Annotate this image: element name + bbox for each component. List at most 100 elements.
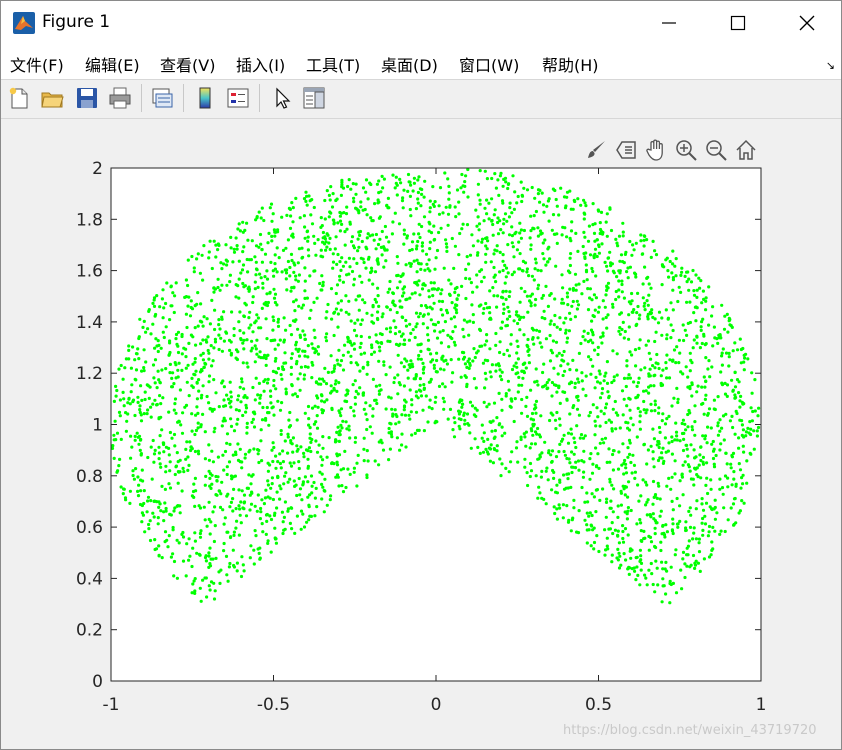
scatter-point xyxy=(171,552,175,556)
scatter-point xyxy=(269,486,273,490)
scatter-point xyxy=(235,247,239,251)
scatter-point xyxy=(598,498,602,502)
scatter-point xyxy=(288,410,292,415)
scatter-point xyxy=(583,500,587,504)
scatter-point xyxy=(269,394,273,398)
scatter-point xyxy=(352,409,356,413)
scatter-point xyxy=(720,363,725,367)
scatter-point xyxy=(564,331,568,335)
scatter-point xyxy=(622,552,626,556)
scatter-point xyxy=(352,246,356,250)
scatter-point xyxy=(327,436,331,440)
scatter-point xyxy=(235,422,239,426)
scatter-point xyxy=(339,193,343,197)
scatter-point xyxy=(568,412,572,416)
scatter-point xyxy=(710,365,714,369)
scatter-point xyxy=(279,373,283,377)
scatter-point xyxy=(323,217,327,221)
scatter-point xyxy=(471,290,475,294)
scatter-point xyxy=(294,274,298,278)
scatter-point xyxy=(161,316,165,320)
scatter-point xyxy=(627,337,631,341)
scatter-point xyxy=(397,222,402,226)
scatter-point xyxy=(178,511,182,515)
scatter-point xyxy=(348,472,352,476)
scatter-point xyxy=(593,348,597,352)
scatter-point xyxy=(555,241,559,245)
scatter-point xyxy=(332,388,336,392)
scatter-point xyxy=(650,308,654,312)
scatter-point xyxy=(565,235,569,239)
scatter-point xyxy=(568,461,572,465)
y-tick-label: 1.6 xyxy=(76,262,103,282)
scatter-point xyxy=(137,483,141,487)
scatter-point xyxy=(414,247,419,251)
scatter-point xyxy=(738,337,742,341)
scatter-point xyxy=(610,560,614,564)
scatter-point xyxy=(540,469,544,473)
scatter-point xyxy=(413,291,417,295)
scatter-point xyxy=(524,430,529,434)
scatter-point xyxy=(234,348,239,352)
scatter-point xyxy=(159,402,163,406)
scatter-point xyxy=(716,421,720,425)
scatter-point xyxy=(611,349,615,353)
scatter-point xyxy=(292,461,296,465)
scatter-point xyxy=(395,310,399,315)
scatter-point xyxy=(502,302,506,306)
scatter-point xyxy=(528,474,532,479)
scatter-point xyxy=(513,232,517,236)
scatter-point xyxy=(174,411,178,415)
scatter-point xyxy=(627,325,631,329)
scatter-point xyxy=(548,257,552,261)
scatter-point xyxy=(400,413,404,417)
scatter-point xyxy=(447,184,451,188)
scatter-point xyxy=(168,469,172,473)
scatter-point xyxy=(382,360,386,364)
scatter-point xyxy=(610,262,615,266)
scatter-point xyxy=(570,450,574,454)
scatter-point xyxy=(225,432,230,436)
scatter-point xyxy=(582,211,586,215)
scatter-point xyxy=(411,328,415,332)
scatter-point xyxy=(310,406,315,410)
scatter-point xyxy=(527,274,531,278)
scatter-point xyxy=(258,350,262,354)
scatter-point xyxy=(674,421,678,425)
axes[interactable]: -1 -0.5 0 0.5 100.20.40.60.811.21.41.61.82 xyxy=(1,1,841,749)
scatter-point xyxy=(510,273,514,277)
scatter-point xyxy=(501,268,505,273)
scatter-point xyxy=(584,394,588,398)
scatter-point xyxy=(593,419,597,423)
scatter-point xyxy=(121,390,125,394)
scatter-point xyxy=(440,357,444,361)
scatter-point xyxy=(245,431,249,435)
scatter-point xyxy=(556,372,560,376)
scatter-point xyxy=(688,525,693,530)
scatter-point xyxy=(236,394,241,398)
scatter-point xyxy=(325,455,329,459)
scatter-point xyxy=(644,411,648,415)
scatter-point xyxy=(509,333,513,337)
scatter-point xyxy=(411,189,415,193)
scatter-point xyxy=(308,493,312,497)
scatter-point xyxy=(574,288,578,292)
scatter-point xyxy=(247,287,252,291)
scatter-point xyxy=(304,448,309,452)
scatter-point xyxy=(501,296,505,300)
scatter-point xyxy=(289,506,293,510)
scatter-point xyxy=(237,222,241,226)
scatter-point xyxy=(348,222,352,226)
scatter-point xyxy=(706,534,711,538)
scatter-point xyxy=(191,546,195,550)
scatter-point xyxy=(129,366,133,370)
scatter-point xyxy=(447,191,451,195)
scatter-point xyxy=(184,366,188,370)
scatter-point xyxy=(338,260,342,264)
scatter-point xyxy=(706,425,710,429)
scatter-point xyxy=(723,392,728,396)
scatter-point xyxy=(391,173,395,177)
scatter-point xyxy=(209,520,213,524)
scatter-point xyxy=(481,311,485,315)
scatter-point xyxy=(221,453,225,457)
